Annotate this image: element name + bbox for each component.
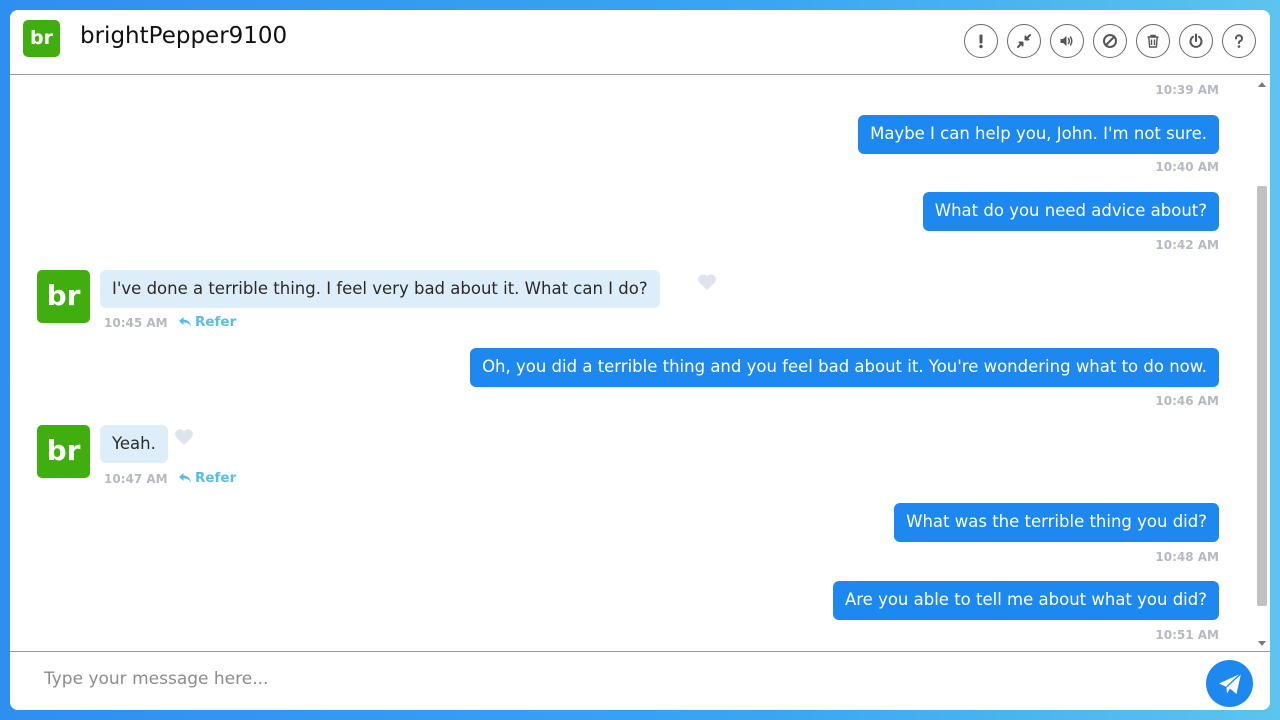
scrollbar[interactable] xyxy=(1257,78,1267,648)
incoming-message: I've done a terrible thing. I feel very … xyxy=(100,270,660,308)
question-icon xyxy=(1235,34,1243,48)
reply-icon xyxy=(179,317,191,327)
send-button[interactable] xyxy=(1206,660,1253,707)
composer xyxy=(10,651,1270,710)
refer-label: Refer xyxy=(195,470,237,486)
chat-window: br brightPepper9100 10:39 AM Maybe I can… xyxy=(10,10,1270,710)
outgoing-message: What do you need advice about? xyxy=(922,192,1219,231)
avatar: br xyxy=(23,20,60,57)
avatar: br xyxy=(37,425,90,478)
delete-button[interactable] xyxy=(1136,24,1170,58)
compress-icon xyxy=(1017,34,1031,48)
help-button[interactable] xyxy=(1222,24,1256,58)
outgoing-message: What was the terrible thing you did? xyxy=(894,503,1219,542)
minimize-button[interactable] xyxy=(1007,24,1041,58)
refer-link[interactable]: Refer xyxy=(178,470,236,486)
exclamation-icon xyxy=(979,34,983,49)
message-timestamp: 10:40 AM xyxy=(1155,160,1219,174)
outgoing-message: Maybe I can help you, John. I'm not sure… xyxy=(858,115,1219,154)
sound-button[interactable] xyxy=(1050,24,1084,58)
power-icon xyxy=(1189,33,1203,48)
report-button[interactable] xyxy=(964,24,998,58)
trash-icon xyxy=(1147,34,1159,48)
outgoing-message: Oh, you did a terrible thing and you fee… xyxy=(470,348,1219,387)
message-input[interactable] xyxy=(44,664,1184,694)
message-timestamp: 10:47 AM xyxy=(104,472,168,486)
message-timestamp: 10:48 AM xyxy=(1155,550,1219,564)
message-timestamp: 10:51 AM xyxy=(1155,628,1219,642)
scroll-up-arrow[interactable] xyxy=(1258,82,1266,87)
volume-icon xyxy=(1060,36,1073,46)
header-toolbar xyxy=(964,24,1256,58)
chat-header: br brightPepper9100 xyxy=(10,10,1270,75)
message-timestamp: 10:39 AM xyxy=(1155,83,1219,97)
refer-label: Refer xyxy=(195,314,237,330)
message-timestamp: 10:46 AM xyxy=(1155,394,1219,408)
incoming-message: Yeah. xyxy=(100,425,168,463)
end-chat-button[interactable] xyxy=(1179,24,1213,58)
scrollbar-thumb[interactable] xyxy=(1257,186,1267,606)
block-button[interactable] xyxy=(1093,24,1127,58)
paper-plane-icon xyxy=(1218,672,1241,694)
message-timestamp: 10:45 AM xyxy=(104,316,168,330)
heart-icon[interactable] xyxy=(697,273,717,291)
outgoing-message: Are you able to tell me about what you d… xyxy=(832,581,1219,620)
message-timestamp: 10:42 AM xyxy=(1155,238,1219,252)
refer-link[interactable]: Refer xyxy=(178,314,236,330)
message-list[interactable]: 10:39 AM Maybe I can help you, John. I'm… xyxy=(10,75,1270,651)
scroll-down-arrow[interactable] xyxy=(1258,641,1266,646)
heart-icon[interactable] xyxy=(174,428,194,446)
avatar: br xyxy=(37,270,90,323)
reply-icon xyxy=(179,473,191,483)
chat-partner-name: brightPepper9100 xyxy=(80,23,288,49)
ban-icon xyxy=(1103,34,1117,48)
